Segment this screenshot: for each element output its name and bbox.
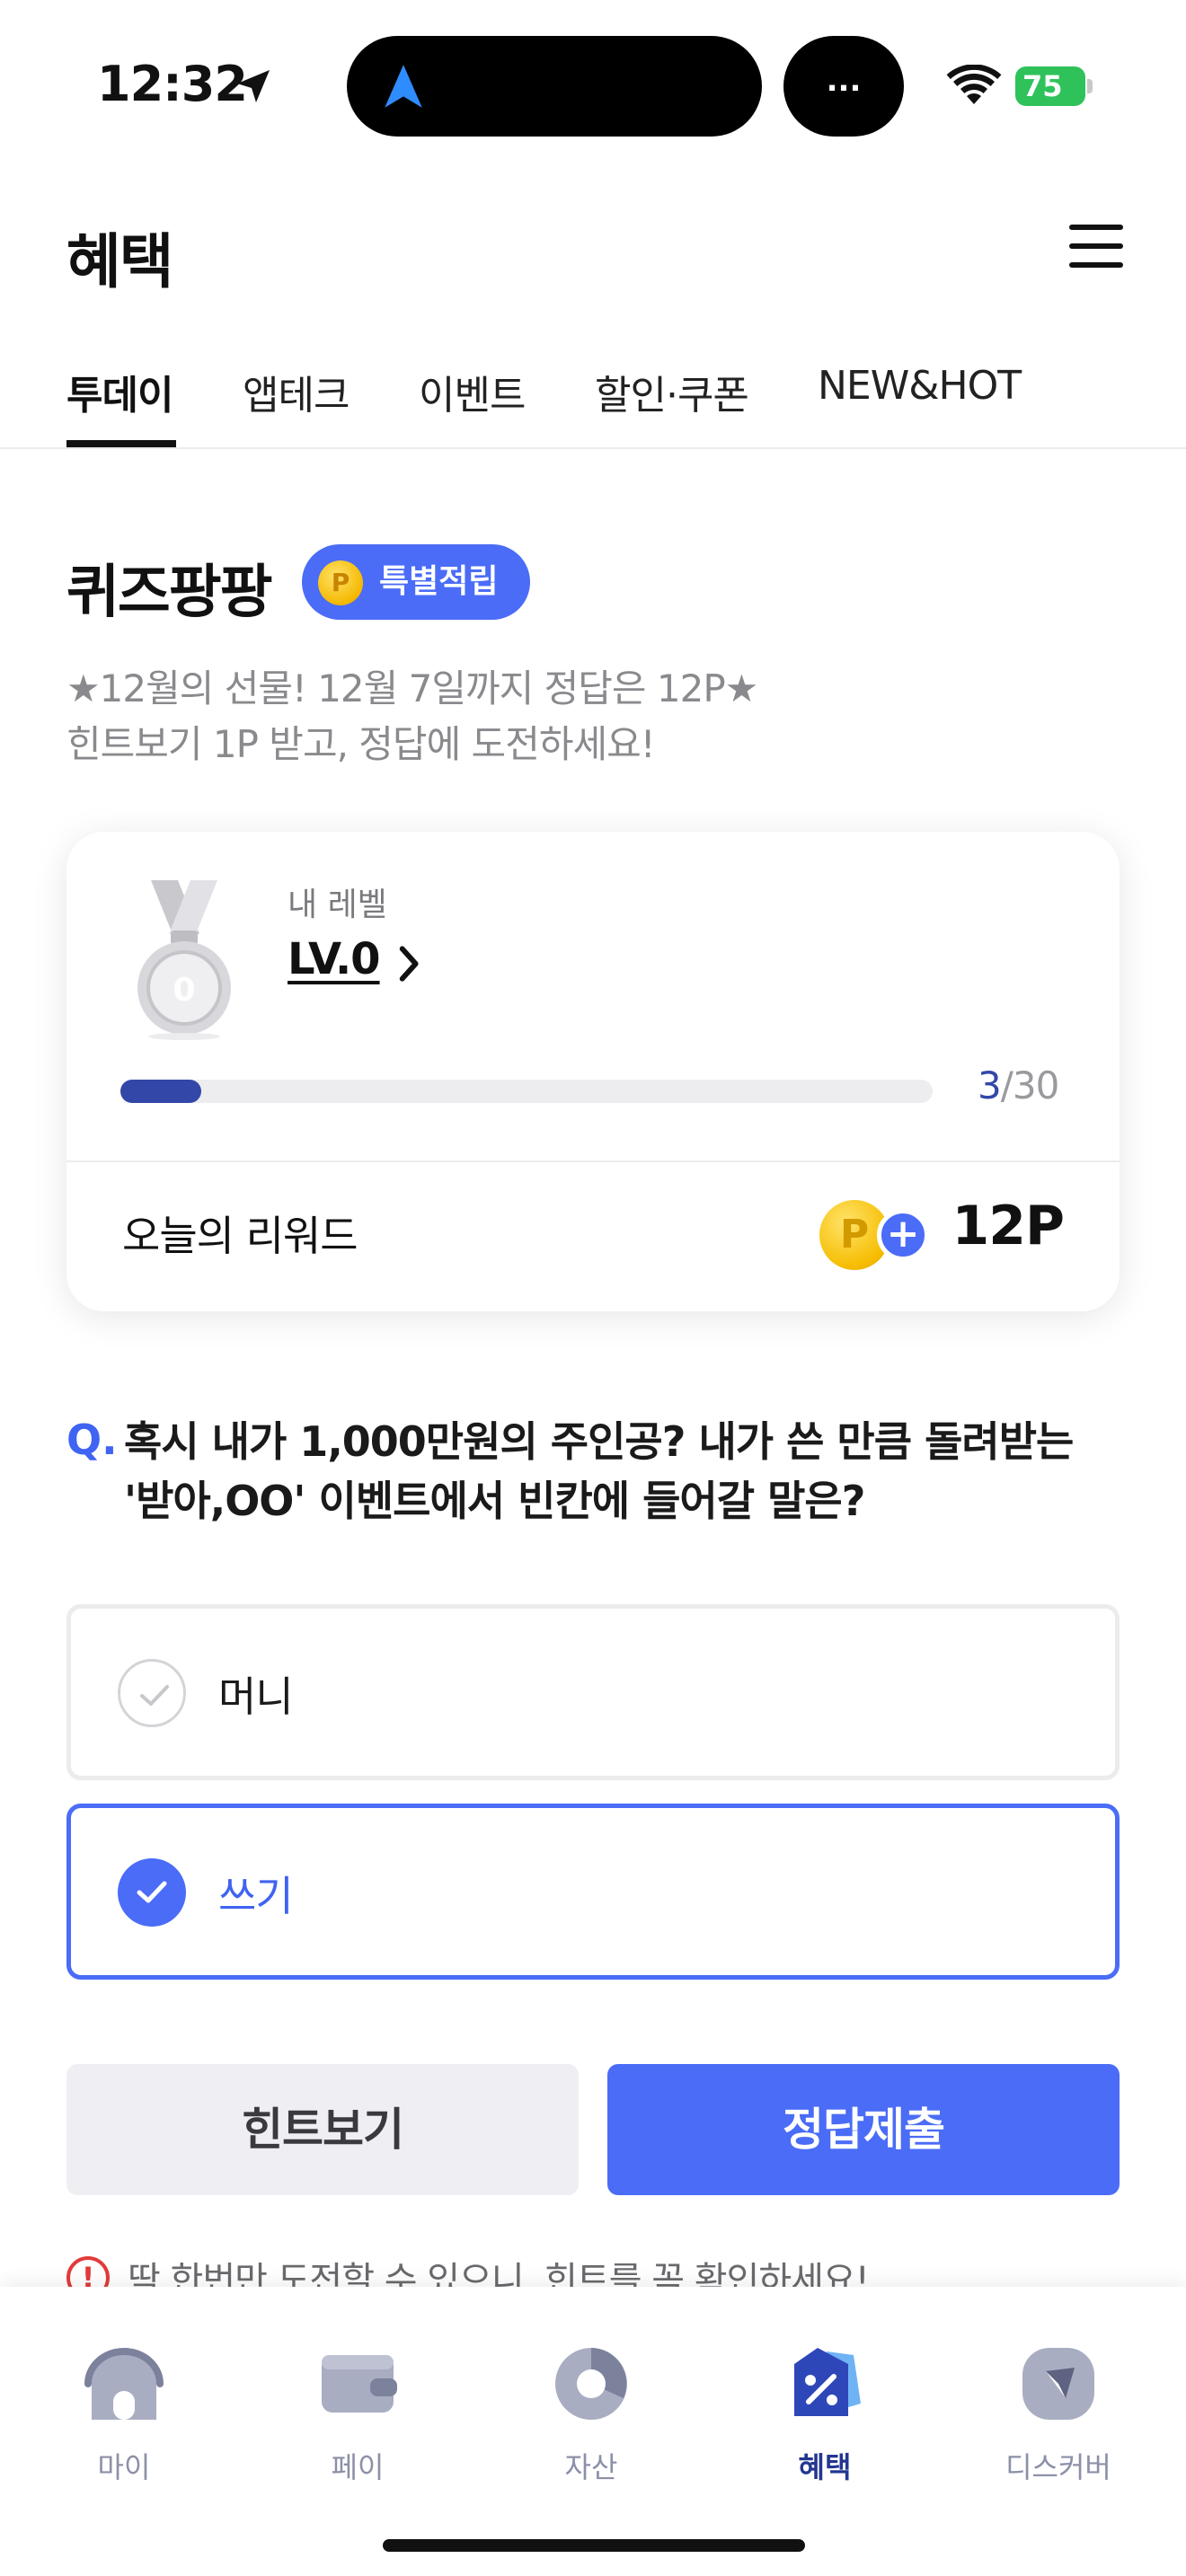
menu-button[interactable]	[1069, 225, 1123, 275]
level-progress-fill	[120, 1080, 202, 1103]
tab-event[interactable]: 이벤트	[419, 363, 526, 420]
nav-item-benefits[interactable]: 혜택	[735, 2344, 915, 2484]
checkmark-icon	[118, 1659, 186, 1727]
hamburger-icon	[1069, 225, 1123, 230]
level-label: 내 레벨	[288, 887, 387, 923]
subtitle-line-2: 힌트보기 1P 받고, 정답에 도전하세요!	[66, 722, 656, 766]
answer-option-1[interactable]: 머니	[66, 1604, 1120, 1780]
navigation-icon	[385, 65, 422, 108]
tab-apptech[interactable]: 앱테크	[243, 363, 350, 420]
home-icon	[84, 2348, 164, 2420]
nav-label: 마이	[97, 2450, 151, 2484]
progress-count: 3/30	[978, 1063, 1060, 1107]
level-value-link[interactable]: LV.0	[288, 934, 381, 984]
hamburger-icon-line	[1069, 243, 1123, 249]
answer-option-2[interactable]: 쓰기	[66, 1804, 1120, 1980]
reward-label: 오늘의 리워드	[122, 1212, 358, 1260]
option-label: 쓰기	[218, 1872, 294, 1920]
medal-level-text: 0	[173, 972, 195, 1009]
nav-item-assets[interactable]: 자산	[501, 2344, 681, 2484]
nav-item-discover[interactable]: 디스커버	[969, 2344, 1148, 2484]
status-time: 12:32	[97, 56, 248, 112]
status-bar: 12:32 ... 75	[0, 0, 1186, 171]
battery-indicator: 75	[1015, 66, 1085, 106]
hint-button[interactable]: 힌트보기	[66, 2064, 579, 2195]
bottom-navigation: 마이 페이 자산 혜택 디스커버	[0, 2287, 1186, 2576]
tab-today[interactable]: 투데이	[66, 363, 173, 420]
special-reward-badge: P 특별적립	[302, 544, 530, 620]
progress-total: /30	[1000, 1063, 1060, 1107]
level-progress-bar	[120, 1080, 933, 1103]
compass-icon	[1022, 2348, 1094, 2420]
quiz-title: 퀴즈팡팡	[66, 560, 273, 626]
question-text: 혹시 내가 1,000만원의 주인공? 내가 쓴 만큼 돌려받는 '받아,OO'…	[124, 1417, 1074, 1525]
option-label: 머니	[218, 1672, 294, 1721]
nav-item-my[interactable]: 마이	[34, 2344, 214, 2484]
nav-label: 디스커버	[1005, 2450, 1111, 2484]
benefit-tag-icon	[794, 2348, 861, 2416]
question-prefix: Q.	[66, 1416, 118, 1464]
hamburger-icon-line	[1069, 262, 1123, 268]
wallet-icon	[322, 2355, 397, 2413]
plus-icon: +	[877, 1209, 929, 1261]
level-card: 0 내 레벨 LV.0 3/30 오늘의 리워드 P + 12P	[66, 832, 1120, 1311]
dynamic-island	[347, 36, 762, 137]
nav-label: 혜택	[798, 2450, 852, 2484]
tab-new-hot[interactable]: NEW&HOT	[818, 363, 1022, 409]
reward-value: 12P	[951, 1195, 1065, 1257]
nav-item-pay[interactable]: 페이	[268, 2344, 447, 2484]
active-tab-indicator	[66, 440, 176, 447]
coin-icon: P	[318, 560, 363, 605]
home-indicator	[383, 2539, 805, 2552]
chevron-right-icon[interactable]	[392, 941, 428, 986]
nav-label: 자산	[564, 2450, 618, 2484]
battery-tip	[1087, 79, 1093, 93]
subtitle-line-1: ★12월의 선물! 12월 7일까지 정답은 12P★	[66, 666, 758, 710]
tab-bar: 투데이 앱테크 이벤트 할인·쿠폰 NEW&HOT	[0, 357, 1186, 449]
dynamic-island-secondary: ...	[783, 36, 904, 137]
nav-label: 페이	[331, 2450, 385, 2484]
submit-answer-button[interactable]: 정답제출	[607, 2064, 1120, 2195]
badge-label: 특별적립	[379, 563, 499, 600]
page-title: 혜택	[66, 227, 173, 296]
wifi-icon	[946, 65, 1002, 104]
checkmark-icon	[118, 1858, 186, 1927]
silver-medal-icon: 0	[137, 880, 231, 1040]
location-arrow-icon	[237, 70, 270, 102]
pie-chart-icon	[555, 2348, 627, 2420]
card-divider	[66, 1160, 1120, 1162]
page: 12:32 ... 75 혜택 투데이 앱테크 이벤트 할인·쿠폰 NEW&HO…	[0, 0, 1186, 2576]
quiz-subtitle: ★12월의 선물! 12월 7일까지 정답은 12P★ 힌트보기 1P 받고, …	[66, 661, 758, 772]
progress-current: 3	[978, 1063, 1002, 1107]
tab-discount-coupon[interactable]: 할인·쿠폰	[595, 363, 749, 420]
